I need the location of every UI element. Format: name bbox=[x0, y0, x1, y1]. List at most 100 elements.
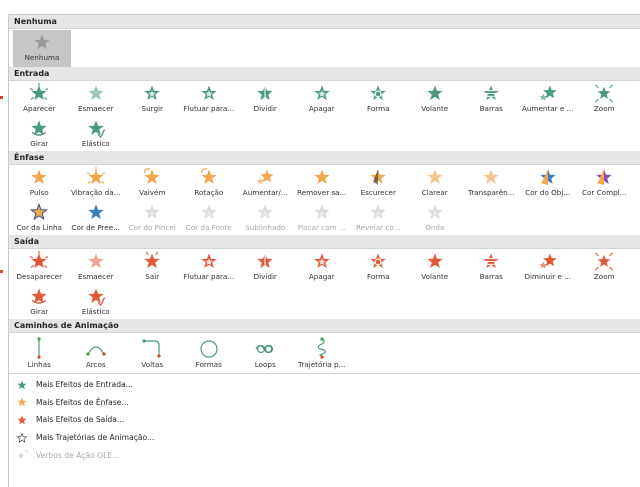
effect-label: Cor da Linha bbox=[16, 223, 62, 232]
effect-tile-enfase[interactable]: Cor do Obj... bbox=[520, 165, 577, 200]
star-transparency-icon bbox=[483, 169, 499, 185]
effect-tile-entrada[interactable]: Girar bbox=[11, 116, 68, 151]
effect-tile-entrada[interactable]: Aparecer bbox=[11, 81, 68, 116]
more-effects-item[interactable]: Mais Trajetórias de Animação... bbox=[9, 429, 640, 447]
star-pulse-icon bbox=[31, 169, 47, 185]
effect-tile-entrada[interactable]: Flutuar para... bbox=[181, 81, 238, 116]
effect-tile-enfase[interactable]: Cor de Pree... bbox=[68, 200, 125, 235]
star-desaturate-icon bbox=[314, 169, 330, 185]
star-lighten-icon bbox=[427, 169, 443, 185]
path-line-icon bbox=[37, 337, 41, 359]
effect-tile-enfase[interactable]: Remover sa... bbox=[294, 165, 351, 200]
effect-tile-caminhos[interactable]: Formas bbox=[181, 333, 238, 373]
star-burst-icon bbox=[86, 167, 105, 185]
effect-tile-saida[interactable]: Dividir bbox=[237, 249, 294, 284]
effect-tile-entrada[interactable]: Elástico bbox=[68, 116, 125, 151]
star-bounce-icon bbox=[88, 120, 105, 138]
svg-text:A: A bbox=[376, 211, 380, 217]
effect-tile-saida[interactable]: Sair bbox=[124, 249, 181, 284]
effect-tile-saida[interactable]: Zoom bbox=[576, 249, 633, 284]
effect-label: Elástico bbox=[81, 139, 110, 148]
effect-tile-entrada[interactable]: Volante bbox=[407, 81, 464, 116]
star-split-icon bbox=[257, 84, 273, 102]
effect-tile-caminhos[interactable]: Voltas bbox=[124, 333, 181, 373]
star-complement-icon bbox=[596, 169, 612, 186]
star-bold-reveal-icon: A bbox=[370, 204, 386, 220]
effect-tile-saida[interactable]: Barras bbox=[463, 249, 520, 284]
effect-label: Barras bbox=[479, 104, 503, 113]
effect-label: Formas bbox=[195, 360, 222, 369]
animation-gallery: Nenhuma Nenhuma Entrada Aparecer Esmaecer Su… bbox=[8, 14, 640, 487]
path-arc-icon bbox=[86, 346, 106, 356]
effect-tile-entrada[interactable]: Barras bbox=[463, 81, 520, 116]
effect-label: Zoom bbox=[593, 104, 615, 113]
effect-tile-caminhos[interactable]: Trajetória p... bbox=[294, 333, 351, 373]
effect-label: Arcos bbox=[85, 360, 106, 369]
effect-tile-saida[interactable]: Elástico bbox=[68, 284, 125, 319]
effect-tile-enfase[interactable]: Vaivém bbox=[124, 165, 181, 200]
star-none-icon bbox=[34, 34, 50, 50]
star-float-icon bbox=[201, 253, 217, 269]
section-header-entrada: Entrada bbox=[9, 67, 640, 81]
effect-tile-entrada[interactable]: Aumentar e ... bbox=[520, 81, 577, 116]
effect-tile-enfase: A Piscar com ... bbox=[294, 200, 351, 235]
more-effects-list: Mais Efeitos de Entrada... Mais Efeitos d… bbox=[9, 373, 640, 464]
effect-tile-enfase[interactable]: Cor Compl... bbox=[576, 165, 633, 200]
section-grid-nenhuma: Nenhuma bbox=[9, 29, 640, 67]
effect-label: Girar bbox=[30, 307, 49, 316]
star-wipe-icon bbox=[314, 85, 330, 101]
effect-tile-enfase[interactable]: Cor da Linha bbox=[11, 200, 68, 235]
svg-text:A: A bbox=[207, 211, 211, 217]
effect-tile-saida[interactable]: Forma bbox=[350, 249, 407, 284]
effect-tile-entrada[interactable]: Surgir bbox=[124, 81, 181, 116]
effect-tile-caminhos[interactable]: Arcos bbox=[68, 333, 125, 373]
effect-label: Cor Compl... bbox=[582, 188, 627, 197]
effect-tile-saida[interactable]: Girar bbox=[11, 284, 68, 319]
effect-label: Dividir bbox=[253, 272, 277, 281]
star-brush-icon: A bbox=[144, 204, 160, 220]
effect-label: Volante bbox=[421, 272, 449, 281]
effect-tile-enfase[interactable]: Rotação bbox=[181, 165, 238, 200]
effect-tile-saida[interactable]: Apagar bbox=[294, 249, 351, 284]
emphasis-star-icon bbox=[17, 397, 27, 407]
effect-tile-nenhuma[interactable]: Nenhuma bbox=[13, 30, 71, 67]
effect-label: Clarear bbox=[421, 188, 448, 197]
effect-tile-enfase[interactable]: Aumentar/... bbox=[237, 165, 294, 200]
effect-tile-caminhos[interactable]: Linhas bbox=[11, 333, 68, 373]
section-header-saida: Saída bbox=[9, 235, 640, 249]
more-effects-item[interactable]: Mais Efeitos de Ênfase... bbox=[9, 394, 640, 412]
effect-label: Revelar co... bbox=[356, 223, 401, 232]
effect-tile-saida[interactable]: Diminuir e ... bbox=[520, 249, 577, 284]
ole-action-icon bbox=[17, 450, 28, 459]
effect-tile-saida[interactable]: Flutuar para... bbox=[181, 249, 238, 284]
star-split-icon bbox=[257, 252, 273, 270]
effect-tile-entrada[interactable]: Dividir bbox=[237, 81, 294, 116]
effect-label: Nenhuma bbox=[24, 53, 60, 62]
more-effects-label: Verbos de Ação OLE... bbox=[36, 450, 120, 460]
effect-tile-entrada[interactable]: Esmaecer bbox=[68, 81, 125, 116]
effect-tile-saida[interactable]: Esmaecer bbox=[68, 249, 125, 284]
star-spin-icon bbox=[200, 168, 217, 185]
effect-tile-caminhos[interactable]: Loops bbox=[237, 333, 294, 373]
effect-tile-enfase[interactable]: Pulso bbox=[11, 165, 68, 200]
effect-label: Surgir bbox=[141, 104, 163, 113]
more-effects-label: Mais Trajetórias de Animação... bbox=[36, 433, 155, 443]
effect-tile-entrada[interactable]: Zoom bbox=[576, 81, 633, 116]
effect-tile-enfase[interactable]: Transparên... bbox=[463, 165, 520, 200]
section-header-nenhuma: Nenhuma bbox=[9, 15, 640, 29]
more-effects-item[interactable]: Mais Efeitos de Saída... bbox=[9, 411, 640, 429]
effect-tile-enfase[interactable]: Clarear bbox=[407, 165, 464, 200]
effect-tile-entrada[interactable]: Forma bbox=[350, 81, 407, 116]
effect-tile-saida[interactable]: Desaparecer bbox=[11, 249, 68, 284]
star-fly-out-icon bbox=[144, 251, 160, 269]
effect-tile-enfase[interactable]: Escurecer bbox=[350, 165, 407, 200]
more-effects-item[interactable]: Mais Efeitos de Entrada... bbox=[9, 376, 640, 394]
star-wipe-icon bbox=[144, 85, 160, 101]
effect-label: Esmaecer bbox=[78, 104, 114, 113]
star-font-color-icon: A bbox=[201, 204, 217, 220]
effect-tile-saida[interactable]: Volante bbox=[407, 249, 464, 284]
effect-label: Elástico bbox=[81, 307, 110, 316]
effect-tile-enfase[interactable]: Vibração da... bbox=[68, 165, 125, 200]
effect-label: Dividir bbox=[253, 104, 277, 113]
effect-tile-entrada[interactable]: Apagar bbox=[294, 81, 351, 116]
